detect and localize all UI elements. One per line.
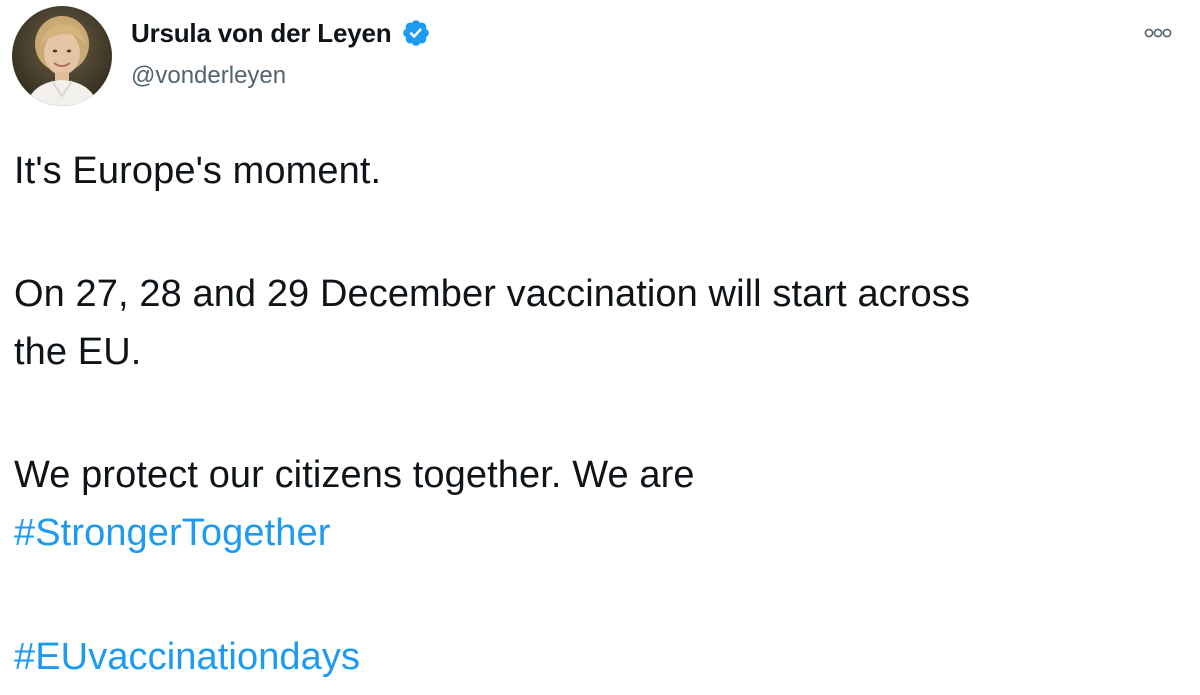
more-options-button[interactable] [1138,20,1178,46]
hashtag-line-1: #StrongerTogether [14,504,1184,562]
tweet-text: It's Europe's moment. On 27, 28 and 29 D… [14,142,1184,686]
author-info: Ursula von der Leyen @vonderleyen [131,14,431,90]
tweet-line-2a: On 27, 28 and 29 December vaccination wi… [14,273,970,315]
verified-badge-icon [403,20,430,46]
hashtag-stronger-together[interactable]: #StrongerTogether [14,504,330,562]
avatar[interactable] [12,6,112,106]
hashtag-line-2: #EUvaccinationdays [14,628,1184,686]
profile-photo-icon [12,6,112,106]
more-options-icon [1144,28,1172,38]
hashtag-eu-vaccination-days[interactable]: #EUvaccinationdays [14,628,360,686]
display-name[interactable]: Ursula von der Leyen [131,18,392,49]
tweet-line-3: We protect our citizens together. We are [14,454,695,496]
tweet-line-1: It's Europe's moment. [14,150,382,192]
name-row: Ursula von der Leyen [131,14,431,52]
tweet-line-2b: the EU. [14,331,142,373]
user-handle[interactable]: @vonderleyen [131,62,431,90]
tweet-card: Ursula von der Leyen @vonderleyen It's E… [0,0,1200,695]
